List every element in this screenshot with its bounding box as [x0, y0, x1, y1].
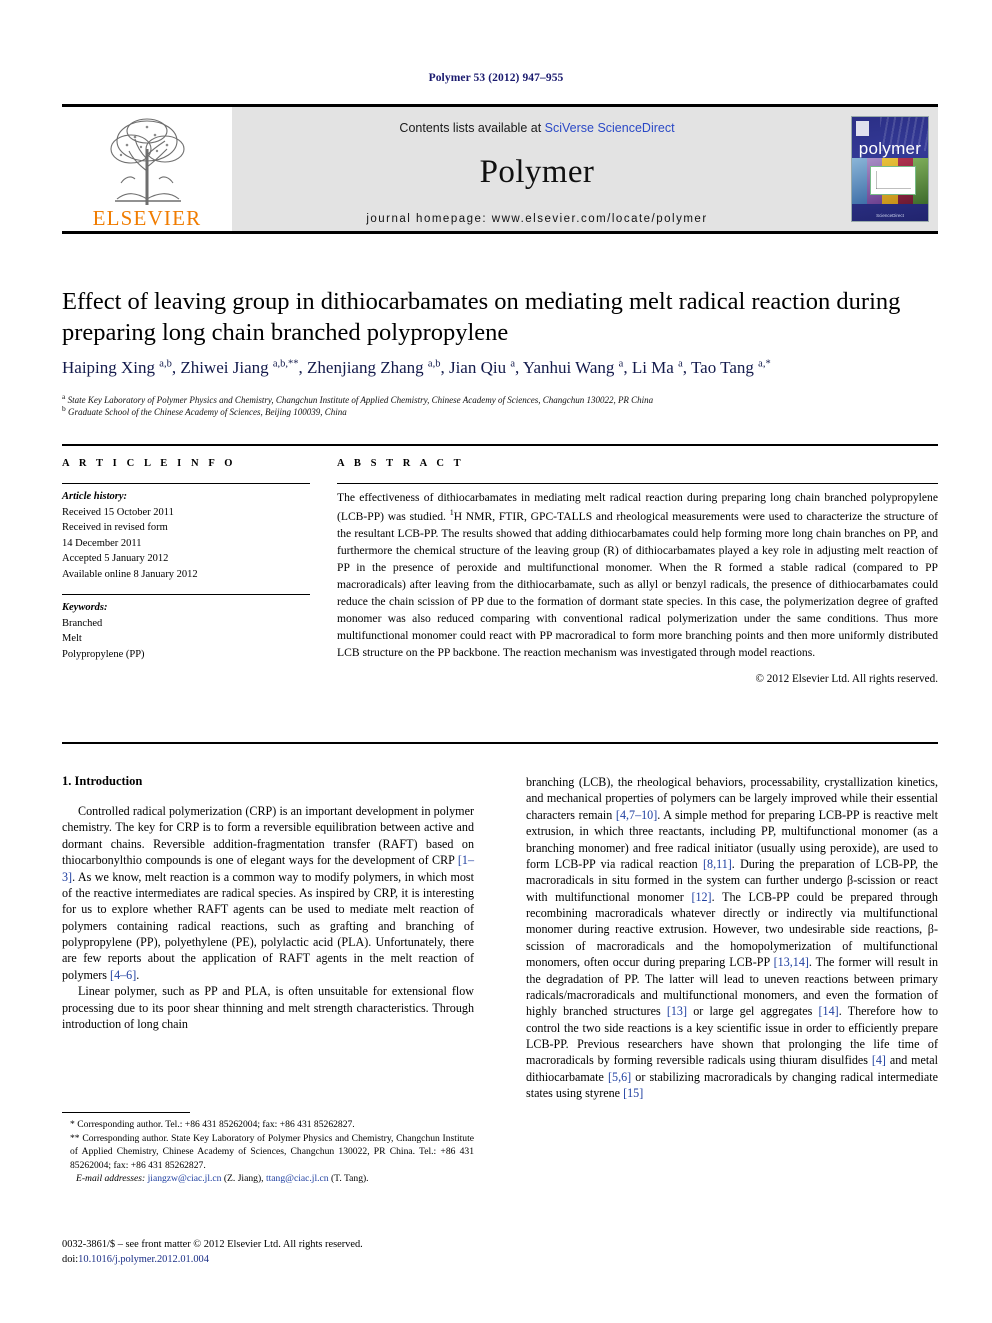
citation-ref[interactable]: [5,6] [608, 1070, 631, 1084]
keyword-item: Branched [62, 617, 103, 629]
email-name-tang: (T. Tang). [328, 1173, 369, 1185]
article-info-column: Article history: Received 15 October 201… [62, 483, 310, 662]
keyword-item: Melt [62, 633, 82, 645]
affiliation-b-text: Graduate School of the Chinese Academy o… [68, 407, 347, 417]
journal-banner: Contents lists available at SciVerse Sci… [232, 107, 842, 231]
keywords-rule [62, 594, 310, 596]
paragraph-intro-3: branching (LCB), the rheological behavio… [526, 774, 938, 1102]
journal-masthead: ELSEVIER Contents lists available at Sci… [62, 104, 938, 234]
article-history-item: Received in revised form [62, 522, 168, 534]
abstract-part-2: H NMR, FTIR, GPC-TALLS and rheological m… [337, 509, 938, 659]
journal-article-page: Polymer 53 (2012) 947–955 ELSEVIER Conte… [0, 0, 992, 1323]
elsevier-tree-logo [110, 118, 185, 205]
publisher-logo-block: ELSEVIER [62, 107, 232, 231]
citation-ref[interactable]: [8,11] [703, 857, 732, 871]
doi-link[interactable]: 10.1016/j.polymer.2012.01.004 [78, 1254, 209, 1265]
footnote-separator [62, 1112, 190, 1113]
page-title: Effect of leaving group in dithiocarbama… [62, 288, 901, 347]
body-column-right: branching (LCB), the rheological behavio… [526, 774, 938, 1102]
keywords-label: Keywords: [62, 602, 108, 614]
cover-micrograph-1 [852, 158, 868, 204]
footnote-block: * Corresponding author. Tel.: +86 431 85… [62, 1118, 474, 1186]
journal-title: Polymer [479, 154, 595, 190]
article-history-label: Article history: [62, 491, 128, 502]
keyword-item: Polypropylene (PP) [62, 648, 145, 660]
journal-cover-thumbnail: polymer ScienceDirect [851, 116, 929, 222]
cover-inset-plot [870, 166, 916, 195]
info-band-top-rule [62, 444, 938, 446]
journal-cover-block: polymer ScienceDirect [842, 107, 938, 231]
section-heading-introduction: 1. Introduction [62, 774, 143, 788]
citation-ref[interactable]: [14] [819, 1004, 839, 1018]
abstract-text: The effectiveness of dithiocarbamates in… [337, 490, 938, 662]
paragraph-intro-1: Controlled radical polymerization (CRP) … [62, 803, 474, 983]
running-head: Polymer 53 (2012) 947–955 [428, 72, 564, 84]
footnote-corresponding-2: ** Corresponding author. State Key Labor… [70, 1132, 474, 1171]
citation-ref[interactable]: [4,7–10] [616, 808, 657, 822]
article-history-item: Accepted 5 January 2012 [62, 553, 169, 565]
info-band-bottom-rule [62, 742, 938, 744]
article-history-item: Available online 8 January 2012 [62, 568, 198, 580]
journal-homepage-link[interactable]: journal homepage: www.elsevier.com/locat… [366, 213, 707, 225]
abstract-copyright: © 2012 Elsevier Ltd. All rights reserved… [755, 672, 939, 685]
cover-journal-title: polymer [858, 139, 922, 158]
author-names: Haiping Xing a,b, Zhiwei Jiang a,b,**, Z… [62, 358, 771, 377]
article-history-item: 14 December 2011 [62, 537, 142, 549]
doi-line: doi:10.1016/j.polymer.2012.01.004 [62, 1253, 482, 1268]
issn-line: 0032-3861/$ – see front matter © 2012 El… [62, 1239, 363, 1250]
imprint-block: 0032-3861/$ – see front matter © 2012 El… [62, 1238, 482, 1268]
citation-ref[interactable]: [4] [872, 1053, 886, 1067]
affiliation-b: b Graduate School of the Chinese Academy… [62, 404, 938, 419]
email-name-jiang: (Z. Jiang), [221, 1173, 266, 1185]
affiliation-marker-b: b [62, 404, 66, 413]
citation-ref[interactable]: [12] [691, 890, 711, 904]
intro-1-c: . [136, 967, 140, 982]
citation-ref[interactable]: [15] [623, 1086, 643, 1100]
email-link-tang[interactable]: ttang@ciac.jl.cn [266, 1173, 329, 1184]
footnote-email-line: E-mail addresses: jiangzw@ciac.jl.cn (Z.… [62, 1172, 474, 1186]
intro-1-a: Controlled radical polymerization (CRP) … [62, 804, 474, 868]
affiliation-marker-a: a [62, 392, 66, 401]
cover-footer-text: ScienceDirect [876, 213, 904, 218]
citation-ref[interactable]: [13] [667, 1004, 687, 1018]
citation-ref[interactable]: [13,14] [774, 955, 809, 969]
email-label: E-mail addresses: [76, 1173, 146, 1185]
body-column-left: Controlled radical polymerization (CRP) … [62, 803, 474, 1032]
email-link-jiang[interactable]: jiangzw@ciac.jl.cn [148, 1173, 222, 1184]
footnote-corresponding-1: * Corresponding author. Tel.: +86 431 85… [70, 1119, 355, 1130]
author-list: Haiping Xing a,b, Zhiwei Jiang a,b,**, Z… [62, 357, 938, 379]
intro-r-f: or large gel aggregates [687, 1004, 819, 1019]
abstract-heading: A B S T R A C T [337, 458, 465, 469]
cover-elsevier-mark-icon [856, 121, 869, 136]
abstract-rule [337, 483, 938, 484]
article-info-rule [62, 483, 310, 484]
contents-lists-line: Contents lists available at SciVerse Sci… [399, 121, 674, 135]
elsevier-wordmark: ELSEVIER [92, 206, 202, 230]
article-history-item: Received 15 October 2011 [62, 506, 174, 518]
doi-label: doi: [62, 1253, 79, 1265]
sciencedirect-link[interactable]: SciVerse ScienceDirect [545, 121, 675, 135]
intro-1-b: . As we know, melt reaction is a common … [62, 869, 474, 982]
paragraph-intro-2: Linear polymer, such as PP and PLA, is o… [62, 984, 474, 1031]
citation-ref[interactable]: [4–6] [110, 968, 136, 982]
article-info-heading: A R T I C L E I N F O [62, 458, 237, 469]
contents-prefix: Contents lists available at [399, 121, 545, 135]
abstract-column: The effectiveness of dithiocarbamates in… [337, 483, 938, 687]
